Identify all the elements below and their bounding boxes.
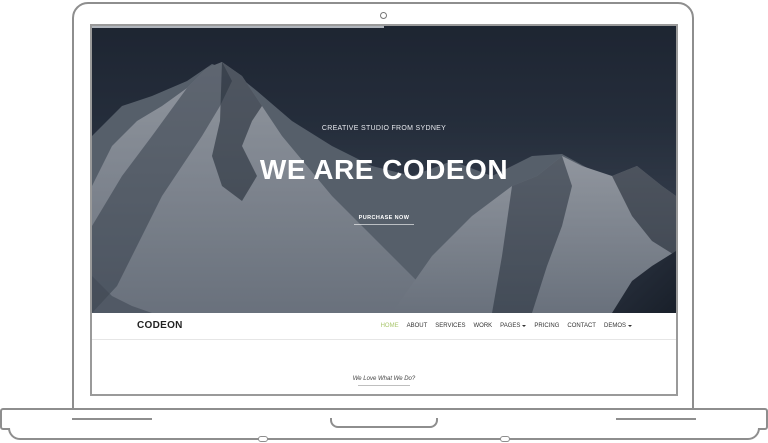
laptop-foot-right [500, 436, 510, 442]
nav-item-services[interactable]: SERVICES [435, 323, 465, 329]
nav-item-label: ABOUT [406, 323, 428, 329]
laptop-foot-left [258, 436, 268, 442]
nav-item-label: DEMOS [603, 323, 626, 329]
nav-item-about[interactable]: ABOUT [407, 323, 428, 329]
laptop-hinge-left [72, 410, 152, 420]
hero-section: CREATIVE STUDIO FROM SYDNEY WE ARE CODEO… [92, 26, 676, 313]
hero-subtitle: CREATIVE STUDIO FROM SYDNEY [321, 125, 447, 132]
tagline-underline [358, 385, 410, 386]
website-screen: CREATIVE STUDIO FROM SYDNEY WE ARE CODEO… [92, 26, 676, 394]
nav-item-label: PAGES [500, 323, 521, 329]
nav-item-label: HOME [380, 323, 399, 329]
hero-title: WE ARE CODEON [259, 154, 509, 185]
nav-item-label: SERVICES [435, 323, 466, 329]
nav-item-label: CONTACT [567, 323, 596, 329]
nav-item-home[interactable]: HOME [381, 323, 399, 329]
brand-logo[interactable]: CODEON [137, 313, 183, 339]
main-navbar: CODEON HOME ABOUT SERVICES WORK PAGES PR… [92, 313, 676, 340]
nav-item-pages[interactable]: PAGES [500, 323, 527, 329]
laptop-hinge-right [616, 410, 696, 420]
nav-menu: HOME ABOUT SERVICES WORK PAGES PRICING C… [381, 313, 632, 339]
laptop-base-bottom [8, 428, 760, 440]
nav-item-contact[interactable]: CONTACT [567, 323, 596, 329]
nav-item-label: PRICING [534, 323, 560, 329]
slider-progress-bar [92, 26, 384, 28]
caret-down-icon [628, 325, 632, 327]
nav-item-demos[interactable]: DEMOS [604, 323, 632, 329]
camera-icon [380, 12, 387, 19]
purchase-now-button[interactable]: PURCHASE NOW [354, 212, 414, 225]
nav-item-pricing[interactable]: PRICING [534, 323, 559, 329]
nav-item-work[interactable]: WORK [474, 323, 493, 329]
section-tagline: We Love What We Do? [352, 376, 416, 382]
caret-down-icon [522, 325, 527, 327]
laptop-notch [330, 418, 438, 428]
nav-item-label: WORK [473, 323, 493, 329]
